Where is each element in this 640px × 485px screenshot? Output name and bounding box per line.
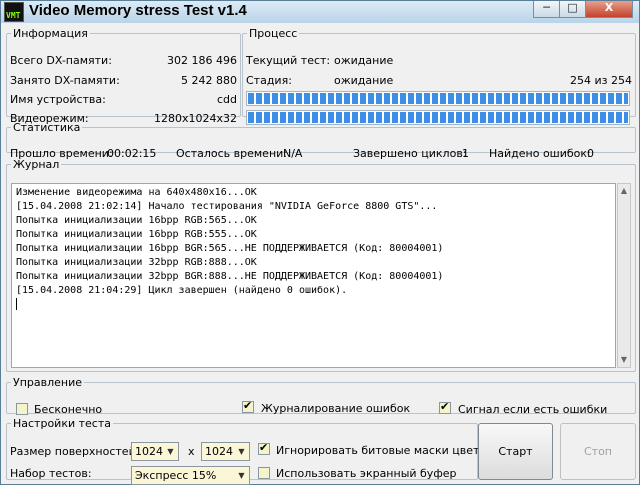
minimize-button[interactable]: ─ [533,1,560,18]
size-separator: x [188,445,195,458]
device-name-label: Имя устройства: [10,93,106,106]
endless-label[interactable]: Бесконечно [34,403,102,416]
journal-scrollbar[interactable]: ▲ ▼ [617,183,631,368]
stage-label: Стадия: [246,74,292,87]
current-test-value: ожидание [334,54,394,67]
control-group: Управление Бесконечно ✔ Журналирование о… [6,376,636,416]
start-button[interactable]: Старт [478,423,553,480]
ignore-masks-checkbox[interactable]: ✔ [258,441,270,455]
chevron-down-icon[interactable]: ▼ [235,468,248,483]
log-line: Попытка инициализации 32bpp BGR:888...НЕ… [16,271,444,282]
scroll-up-icon[interactable]: ▲ [618,184,630,198]
close-button[interactable]: X [585,1,633,18]
surface-height-select[interactable]: 1024 ▼ [201,442,250,461]
surface-width-select[interactable]: 1024 ▼ [131,442,179,461]
info-group: Информация Всего DX-памяти: 302 186 496 … [6,27,241,125]
stop-button[interactable]: Стоп [560,423,636,480]
title-bar[interactable]: VMT Video Memory stress Test v1.4 ─ □ X [1,1,639,23]
stats-group: Статистика Прошло времени: 00:02:15 Оста… [6,121,636,160]
surface-height-value: 1024 [205,445,233,458]
used-memory-value: 5 242 880 [181,74,237,87]
log-line: [15.04.2008 21:04:29] Цикл завершен (най… [16,285,348,296]
device-name-value: cdd [216,93,237,106]
total-memory-value: 302 186 496 [167,54,237,67]
scroll-down-icon[interactable]: ▼ [618,353,630,367]
log-line: Изменение видеорежима на 640x480x16...OK [16,187,257,198]
surface-size-label: Размер поверхностей: [10,445,140,458]
stage-value: ожидание [334,74,394,87]
log-line: Попытка инициализации 16bpp RGB:565...OK [16,215,257,226]
log-errors-label[interactable]: Журналирование ошибок [261,402,410,415]
app-icon: VMT [4,2,24,22]
journal-log[interactable]: Изменение видеорежима на 640x480x16...OK… [11,183,616,368]
text-caret [16,298,17,310]
check-mark-icon: ✔ [440,400,450,413]
journal-group: Журнал Изменение видеорежима на 640x480x… [6,158,636,372]
log-line: Попытка инициализации 16bpp RGB:555...OK [16,229,257,240]
settings-group: Настройки теста Размер поверхностей: 102… [6,417,493,485]
stats-legend: Статистика [13,121,81,134]
journal-legend: Журнал [13,158,60,171]
check-mark-icon: ✔ [243,399,253,412]
screen-buffer-checkbox[interactable] [258,467,270,479]
process-group: Процесс Текущий тест: ожидание Стадия: о… [242,27,636,125]
window-title: Video Memory stress Test v1.4 [29,2,247,19]
endless-checkbox[interactable] [16,403,28,415]
app-window: VMT Video Memory stress Test v1.4 ─ □ X … [0,0,640,485]
process-legend: Процесс [249,27,298,40]
screen-buffer-label[interactable]: Использовать экранный буфер [276,467,456,480]
stage-progress-fill [248,93,628,104]
control-legend: Управление [13,376,83,389]
beep-on-error-label[interactable]: Сигнал если есть ошибки [458,403,607,416]
test-set-value: Экспресс 15% [135,469,217,482]
info-legend: Информация [13,27,88,40]
chevron-down-icon[interactable]: ▼ [164,444,177,459]
test-set-select[interactable]: Экспресс 15% ▼ [131,466,250,485]
check-mark-icon: ✔ [259,441,269,454]
test-set-label: Набор тестов: [10,467,92,480]
surface-width-value: 1024 [135,445,163,458]
settings-legend: Настройки теста [13,417,111,430]
app-icon-text: VMT [6,11,21,20]
log-line: [15.04.2008 21:02:14] Начало тестировани… [16,201,438,212]
beep-on-error-checkbox[interactable]: ✔ [439,400,451,414]
maximize-button[interactable]: □ [559,1,586,18]
used-memory-label: Занято DX-памяти: [10,74,120,87]
chevron-down-icon[interactable]: ▼ [235,444,248,459]
stage-counter: 254 из 254 [570,74,632,87]
log-line: Попытка инициализации 32bpp RGB:888...OK [16,257,257,268]
client-area: Информация Всего DX-памяти: 302 186 496 … [4,24,636,485]
ignore-masks-label[interactable]: Игнорировать битовые маски цветов [276,444,493,457]
current-test-label: Текущий тест: [246,54,331,67]
log-line: Попытка инициализации 16bpp BGR:565...НЕ… [16,243,444,254]
stage-progress-bar [246,91,630,106]
log-errors-checkbox[interactable]: ✔ [242,399,254,413]
total-memory-label: Всего DX-памяти: [10,54,112,67]
